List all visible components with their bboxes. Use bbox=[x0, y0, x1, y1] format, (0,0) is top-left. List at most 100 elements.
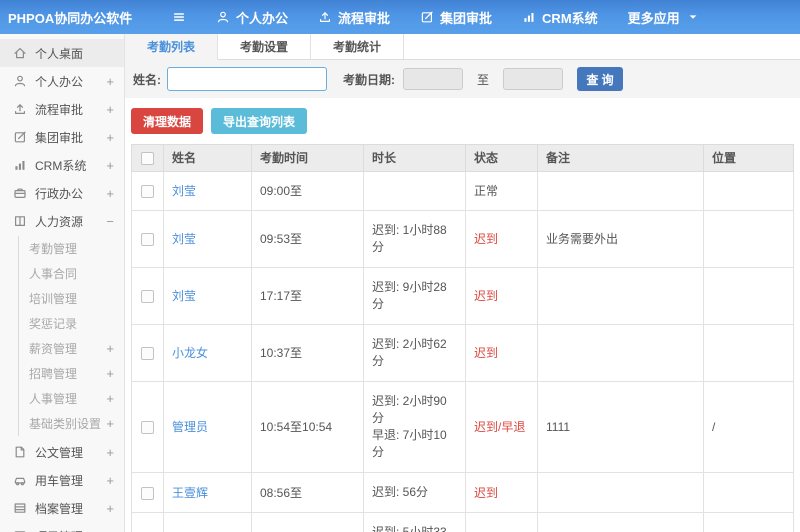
employee-name-link[interactable]: 王壹辉 bbox=[172, 486, 208, 500]
expand-icon[interactable]: + bbox=[106, 159, 114, 172]
tab-bar: 考勤列表 考勤设置 考勤统计 bbox=[125, 34, 800, 60]
expand-icon[interactable]: + bbox=[106, 131, 114, 144]
expand-icon[interactable]: + bbox=[106, 417, 114, 430]
sidebar-subitem-training-management[interactable]: 培训管理 bbox=[19, 286, 124, 311]
duration-cell: 迟到: 2小时62分 bbox=[363, 324, 466, 382]
sidebar-subitem-recruit-management[interactable]: 招聘管理 + bbox=[19, 361, 124, 386]
tab-attendance-list[interactable]: 考勤列表 bbox=[125, 34, 219, 60]
expand-icon[interactable]: + bbox=[106, 502, 114, 515]
column-header: 位置 bbox=[703, 144, 794, 172]
sidebar-item-admin-office[interactable]: 行政办公 + bbox=[0, 179, 124, 207]
user-icon bbox=[13, 74, 27, 88]
sidebar-item-label: 人力资源 bbox=[35, 214, 84, 229]
sidebar-subitem-reward-punishment[interactable]: 奖惩记录 bbox=[19, 311, 124, 336]
search-button[interactable]: 查 询 bbox=[577, 67, 624, 91]
remark-cell bbox=[537, 512, 704, 532]
expand-icon[interactable]: + bbox=[106, 446, 114, 459]
sidebar-item-document-management[interactable]: 公文管理 + bbox=[0, 438, 124, 466]
table-row: 小龙女 10:37至 迟到: 2小时62分 迟到 bbox=[131, 324, 794, 382]
name-filter-input[interactable] bbox=[167, 67, 327, 91]
nav-item-personal-office[interactable]: 个人办公 bbox=[216, 8, 288, 27]
remark-cell bbox=[537, 472, 704, 513]
location-cell bbox=[703, 324, 794, 382]
nav-item-crm-system[interactable]: CRM系统 bbox=[522, 8, 598, 27]
row-checkbox[interactable] bbox=[141, 185, 154, 199]
filter-bar: 姓名: 考勤日期: 至 查 询 bbox=[125, 60, 800, 98]
topbar: PHPOA协同办公软件 个人办公 流程审批 集团审批 CRM系统 更多应用 bbox=[0, 0, 800, 34]
sidebar-item-vehicle-management[interactable]: 用车管理 + bbox=[0, 466, 124, 494]
app-logo[interactable]: PHPOA协同办公软件 bbox=[0, 8, 132, 27]
location-cell: / bbox=[703, 381, 794, 473]
row-checkbox[interactable] bbox=[141, 233, 154, 247]
sidebar-subitem-label: 考勤管理 bbox=[29, 242, 78, 256]
employee-name-link[interactable]: 刘莹 bbox=[172, 184, 196, 198]
location-cell bbox=[703, 210, 794, 268]
sidebar-item-label: 项目管理 bbox=[35, 528, 106, 532]
attendance-time-cell: 10:37至 bbox=[251, 324, 364, 382]
select-all-checkbox[interactable] bbox=[141, 152, 154, 166]
export-list-button[interactable]: 导出查询列表 bbox=[211, 108, 308, 134]
expand-icon[interactable]: + bbox=[106, 75, 114, 88]
sidebar-subitem-label: 培训管理 bbox=[29, 292, 78, 306]
sidebar-subitem-label: 招聘管理 bbox=[29, 367, 78, 381]
remark-cell bbox=[537, 324, 704, 382]
row-checkbox[interactable] bbox=[141, 290, 154, 304]
status-badge: 迟到 bbox=[474, 485, 499, 500]
sidebar-item-human-resources[interactable]: 人力资源 − bbox=[0, 207, 124, 235]
expand-icon[interactable]: + bbox=[106, 474, 114, 487]
book-icon bbox=[13, 214, 27, 228]
attendance-time-cell: 09:00至 bbox=[251, 171, 364, 211]
table-body: 刘莹 09:00至 正常 刘莹 09:53至 迟到: 1小时88分 迟到 业务需要外出 刘莹 17… bbox=[131, 171, 794, 532]
expand-icon[interactable]: + bbox=[106, 103, 114, 116]
status-badge: 迟到 bbox=[474, 289, 499, 303]
sidebar-item-personal-office[interactable]: 个人办公 + bbox=[0, 67, 124, 95]
date-from-input[interactable] bbox=[403, 68, 463, 90]
collapse-icon[interactable]: − bbox=[106, 215, 114, 228]
expand-icon[interactable]: + bbox=[106, 187, 114, 200]
sidebar-submenu: 考勤管理 人事合同 培训管理 奖惩记录 薪资管理 + 招聘管理 + 人事管理 + 基础类别设置 + bbox=[18, 236, 124, 436]
sidebar-subitem-attendance-management[interactable]: 考勤管理 bbox=[19, 236, 124, 261]
row-checkbox[interactable] bbox=[141, 347, 154, 361]
sidebar-item-project-management[interactable]: 项目管理+ bbox=[0, 522, 124, 532]
sidebar-subitem-personnel-management[interactable]: 人事管理 + bbox=[19, 386, 124, 411]
employee-name-link[interactable]: 小龙女 bbox=[172, 346, 208, 360]
sidebar-item-process-approval[interactable]: 流程审批 + bbox=[0, 95, 124, 123]
tab-attendance-settings[interactable]: 考勤设置 bbox=[218, 34, 312, 59]
employee-name-link[interactable]: 刘莹 bbox=[172, 289, 196, 303]
nav-item-process-approval[interactable]: 流程审批 bbox=[318, 8, 390, 27]
process-icon bbox=[318, 10, 332, 24]
sidebar-subitem-salary-management[interactable]: 薪资管理 + bbox=[19, 336, 124, 361]
row-checkbox[interactable] bbox=[141, 486, 154, 500]
sidebar-item-personal-desktop[interactable]: 个人桌面 bbox=[0, 39, 124, 67]
sidebar-item-label: 个人办公 bbox=[35, 74, 84, 89]
sidebar-item-label: 行政办公 bbox=[35, 186, 84, 201]
status-cell: 迟到 bbox=[465, 324, 538, 382]
duration-cell: 迟到: 1小时88分 bbox=[363, 210, 466, 268]
status-cell: 迟到 bbox=[465, 210, 538, 268]
nav-item-label: 流程审批 bbox=[338, 10, 391, 26]
clear-data-button[interactable]: 清理数据 bbox=[131, 108, 204, 134]
status-badge: 迟到 bbox=[474, 346, 499, 360]
employee-name-link[interactable]: 刘莹 bbox=[172, 232, 196, 246]
employee-name-link[interactable]: 管理员 bbox=[172, 420, 208, 434]
nav-item-label: 更多应用 bbox=[627, 10, 680, 26]
expand-icon[interactable]: + bbox=[106, 367, 114, 380]
column-header: 时长 bbox=[363, 144, 466, 172]
sidebar-subitem-base-category-settings[interactable]: 基础类别设置 + bbox=[19, 411, 124, 436]
menu-toggle-button[interactable] bbox=[172, 10, 186, 24]
user-icon bbox=[216, 10, 230, 24]
expand-icon[interactable]: + bbox=[106, 392, 114, 405]
sidebar-subitem-label: 薪资管理 bbox=[29, 342, 78, 356]
tab-attendance-stats[interactable]: 考勤统计 bbox=[311, 34, 405, 59]
duration-cell: 迟到: 5小时33分早退: 4小时67分 bbox=[363, 512, 466, 532]
sidebar-item-group-approval[interactable]: 集团审批 + bbox=[0, 123, 124, 151]
row-checkbox[interactable] bbox=[141, 421, 154, 435]
sidebar-item-archive-management[interactable]: 档案管理 + bbox=[0, 494, 124, 522]
sidebar-subitem-hr-contract[interactable]: 人事合同 bbox=[19, 261, 124, 286]
expand-icon[interactable]: + bbox=[106, 342, 114, 355]
nav-item-more-apps[interactable]: 更多应用 bbox=[628, 8, 700, 27]
sidebar-item-crm-system[interactable]: CRM系统 + bbox=[0, 151, 124, 179]
date-to-input[interactable] bbox=[503, 68, 564, 90]
nav-item-group-approval[interactable]: 集团审批 bbox=[420, 8, 492, 27]
name-filter-label: 姓名: bbox=[133, 72, 161, 87]
